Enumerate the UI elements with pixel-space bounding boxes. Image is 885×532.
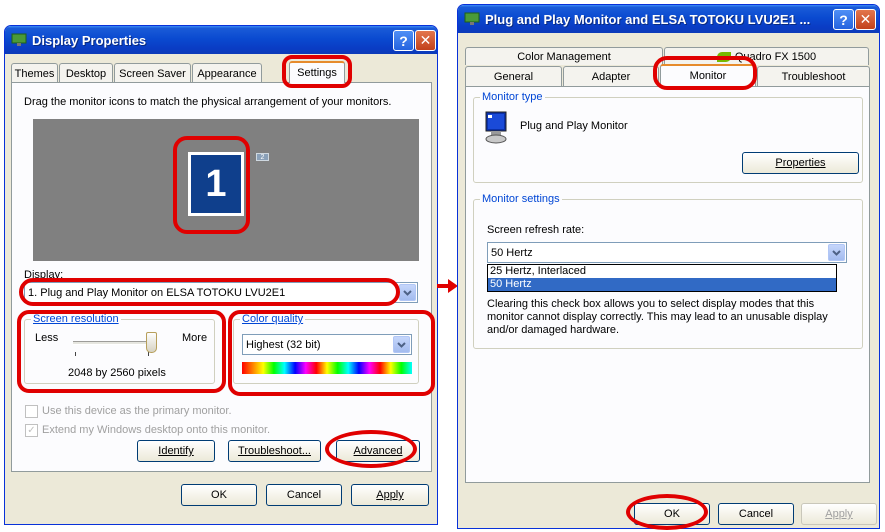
monitor-type-group: Monitor type Plug and Play Monitor Prope… [473, 91, 863, 183]
extend-desktop-checkbox[interactable]: ✓ [25, 424, 38, 437]
resolution-slider-ticks [75, 352, 149, 356]
settings-panel: Drag the monitor icons to match the phys… [11, 82, 432, 472]
tab-troubleshoot[interactable]: Troubleshoot [757, 66, 870, 86]
display-select-value: 1. Plug and Play Monitor on ELSA TOTOKU … [28, 286, 286, 299]
display-select[interactable]: 1. Plug and Play Monitor on ELSA TOTOKU … [24, 282, 418, 303]
monitor-2-number: 2 [260, 154, 265, 161]
window-title: Display Properties [32, 32, 147, 48]
monitor-type-legend: Monitor type [480, 91, 545, 103]
help-icon[interactable]: ? [833, 9, 854, 30]
properties-button[interactable]: Properties [742, 152, 859, 174]
refresh-rate-select[interactable]: 50 Hertz [487, 242, 847, 263]
window-title: Plug and Play Monitor and ELSA TOTOKU LV… [485, 11, 811, 27]
identify-button[interactable]: Identify [137, 440, 215, 462]
tab-themes[interactable]: Themes [11, 63, 58, 83]
extend-desktop-label: Extend my Windows desktop onto this moni… [42, 424, 271, 436]
monitor-arrangement-preview[interactable]: 1 2 [33, 119, 419, 261]
display-icon [11, 33, 27, 47]
chevron-down-icon[interactable] [399, 284, 416, 301]
color-quality-label: Color quality [240, 313, 306, 325]
tab-settings[interactable]: Settings [289, 61, 345, 83]
apply-button[interactable]: Apply [351, 484, 429, 506]
color-quality-value: Highest (32 bit) [246, 338, 321, 351]
display-label: Display: [24, 269, 64, 281]
resolution-value: 2048 by 2560 pixels [68, 367, 166, 379]
refresh-option-50hz[interactable]: 50 Hertz [488, 278, 836, 291]
refresh-rate-dropdown: 25 Hertz, Interlaced 50 Hertz [487, 264, 837, 292]
refresh-rate-value: 50 Hertz [491, 246, 533, 259]
chevron-down-icon[interactable] [393, 336, 410, 353]
refresh-rate-label: Screen refresh rate: [487, 224, 585, 236]
instruction-text: Drag the monitor icons to match the phys… [24, 96, 392, 108]
tab-screen-saver[interactable]: Screen Saver [114, 63, 191, 83]
apply-button[interactable]: Apply [801, 503, 877, 525]
tab-monitor[interactable]: Monitor [660, 64, 756, 86]
cancel-button[interactable]: Cancel [266, 484, 342, 506]
close-icon[interactable]: ✕ [415, 30, 436, 51]
monitor-properties-titlebar[interactable]: Plug and Play Monitor and ELSA TOTOKU LV… [458, 5, 879, 33]
monitor-icon [484, 111, 510, 148]
tab-adapter[interactable]: Adapter [563, 66, 659, 86]
monitor-panel: Monitor type Plug and Play Monitor Prope… [465, 86, 870, 483]
refresh-option-25hz[interactable]: 25 Hertz, Interlaced [488, 265, 836, 278]
monitor-settings-legend: Monitor settings [480, 193, 562, 205]
help-icon[interactable]: ? [393, 30, 414, 51]
ok-button[interactable]: OK [181, 484, 257, 506]
screen-resolution-group: Screen resolution Less More 2048 by 2560… [24, 313, 215, 384]
tab-desktop[interactable]: Desktop [59, 63, 113, 83]
arrow-icon [437, 279, 458, 293]
monitor-1[interactable]: 1 [188, 152, 244, 216]
color-spectrum-bar [242, 362, 412, 374]
ok-button[interactable]: OK [634, 503, 710, 525]
troubleshoot-button[interactable]: Troubleshoot... [228, 440, 321, 462]
tab-color-management[interactable]: Color Management [465, 47, 663, 65]
color-quality-group: Color quality Highest (32 bit) [233, 313, 419, 384]
advanced-button[interactable]: Advanced [336, 440, 420, 462]
monitor-properties-window: Plug and Play Monitor and ELSA TOTOKU LV… [457, 4, 880, 529]
tab-appearance[interactable]: Appearance [192, 63, 262, 83]
refresh-description-line-2: monitor cannot display correctly. This m… [487, 311, 828, 323]
monitor-type-name: Plug and Play Monitor [520, 120, 628, 132]
display-properties-window: Display Properties ? ✕ Themes Desktop Sc… [4, 25, 438, 525]
screen-resolution-label: Screen resolution [31, 313, 121, 325]
refresh-description-line-3: and/or damaged hardware. [487, 324, 620, 336]
cancel-button[interactable]: Cancel [718, 503, 794, 525]
close-icon[interactable]: ✕ [855, 9, 876, 30]
tab-general[interactable]: General [465, 66, 562, 86]
nvidia-icon [716, 51, 731, 62]
tab-quadro-fx-1500[interactable]: Quadro FX 1500 [664, 47, 869, 65]
color-quality-select[interactable]: Highest (32 bit) [242, 334, 412, 355]
primary-monitor-label: Use this device as the primary monitor. [42, 405, 232, 417]
resolution-slider-thumb[interactable] [146, 332, 157, 353]
monitor-1-number: 1 [205, 162, 227, 205]
monitor-settings-group: Monitor settings Screen refresh rate: 50… [473, 193, 863, 349]
chevron-down-icon[interactable] [828, 244, 845, 261]
refresh-description-line-1: Clearing this check box allows you to se… [487, 298, 815, 310]
resolution-slider-track[interactable] [73, 341, 151, 345]
display-properties-titlebar[interactable]: Display Properties ? ✕ [5, 26, 437, 54]
primary-monitor-checkbox[interactable] [25, 405, 38, 418]
resolution-less-label: Less [35, 332, 59, 344]
resolution-more-label: More [182, 332, 208, 344]
display-icon [464, 12, 480, 26]
monitor-2[interactable]: 2 [256, 153, 269, 161]
